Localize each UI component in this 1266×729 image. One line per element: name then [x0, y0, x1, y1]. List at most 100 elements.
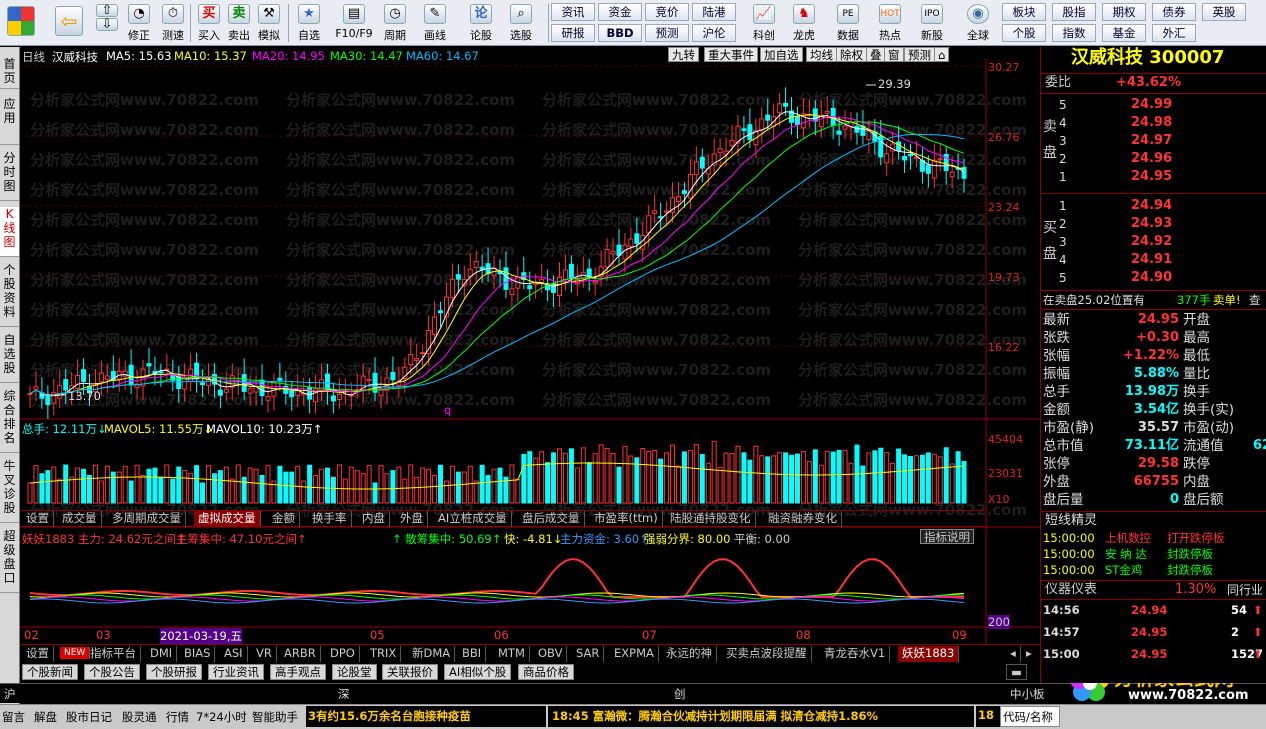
news-tab-commodity[interactable]: 商品价格 — [518, 664, 574, 680]
ind-tab-inner[interactable]: 内盘 — [358, 511, 390, 527]
ipo-button[interactable]: IPO 新股 — [914, 2, 950, 44]
btab-sar[interactable]: SAR — [572, 646, 605, 662]
ind-tab-settings[interactable]: 设置 — [22, 511, 54, 527]
news-tab-forum[interactable]: 论股堂 — [332, 664, 377, 680]
elf-item[interactable]: 15:00:00 ST金鸡 封跌停板 — [1041, 561, 1266, 579]
quick-bbd[interactable]: BBD — [598, 24, 642, 42]
news-tab-related[interactable]: 关联报价 — [382, 664, 438, 680]
news-ticker-1[interactable]: 3有约15.6万余名台胞接种疫苗 — [306, 706, 546, 727]
ind-tab-margin[interactable]: 融资融券变化 — [764, 511, 842, 527]
sidenav-home[interactable]: 首页 — [0, 57, 19, 89]
status-analysis[interactable]: 解盘 — [34, 709, 57, 725]
status-quotes[interactable]: 行情 — [166, 709, 189, 725]
period-button[interactable]: ◷ 周期 — [378, 2, 412, 44]
index-sme[interactable]: 中小板 — [1010, 686, 1045, 702]
sidenav-kline[interactable]: K线图 — [0, 207, 19, 257]
ind-tab-multi-volume[interactable]: 多周期成交量 — [108, 511, 186, 527]
tab-add-watch[interactable]: 加自选 — [760, 47, 803, 62]
status-7x24[interactable]: 7*24小时 — [196, 709, 247, 725]
quick-news[interactable]: 资讯 — [551, 3, 595, 21]
btab-dpo[interactable]: DPO — [326, 646, 360, 662]
sell-level-row[interactable]: 3 24.97 — [1041, 132, 1266, 150]
draw-button[interactable]: ✎ 画线 — [418, 2, 452, 44]
btab-bbi[interactable]: BBI — [458, 646, 487, 662]
news-tab-research[interactable]: 个股研报 — [146, 664, 202, 680]
quick-sh-london[interactable]: 沪伦 — [692, 24, 736, 42]
sell-button[interactable]: 卖卖出 — [222, 2, 256, 44]
btab-bias[interactable]: BIAS — [180, 646, 216, 662]
quick-sectors[interactable]: 板块 — [1002, 3, 1046, 21]
btab-settings[interactable]: 设置 — [22, 646, 54, 662]
sidenav-super-board[interactable]: 超级盘口 — [0, 529, 19, 593]
ind-tab-ai-volume[interactable]: AI立桩成交量 — [434, 511, 512, 527]
news-ticker-2[interactable]: 18:45 富瀚微：腾瀚合伙减持计划期限届满 拟清仓减持1.86% — [548, 706, 974, 727]
tab-ma[interactable]: 均线 — [806, 47, 837, 62]
tab-nine-turn[interactable]: 九转 — [668, 47, 699, 62]
quick-stocks[interactable]: 个股 — [1002, 24, 1046, 42]
quick-indices[interactable]: 指数 — [1052, 24, 1096, 42]
simulate-button[interactable]: ⚒ 模拟 — [252, 2, 286, 44]
quick-hk-connect[interactable]: 陆港 — [692, 3, 736, 21]
meter-tab[interactable]: 同行业 — [1227, 581, 1263, 599]
screener-button[interactable]: ⌕ 选股 — [504, 2, 538, 44]
quick-funds-2[interactable]: 基金 — [1102, 24, 1146, 42]
buy-button[interactable]: 买买入 — [192, 2, 226, 44]
lock-icon[interactable]: ⌂ — [934, 47, 950, 62]
tab-predict[interactable]: 预测 — [904, 47, 935, 62]
ind-tab-amount[interactable]: 金额 — [268, 511, 300, 527]
index-sz[interactable]: 深 — [338, 686, 350, 702]
buy-level-row[interactable]: 1 24.94 — [1041, 197, 1266, 215]
home-logo-button[interactable] — [4, 2, 38, 44]
code-search-input[interactable]: 代码/名称 — [1000, 706, 1060, 727]
news-tab-industry[interactable]: 行业资讯 — [208, 664, 264, 680]
sidenav-watchlist[interactable]: 自选股 — [0, 333, 19, 383]
sell-notice-query[interactable]: 查 — [1249, 291, 1261, 309]
news-tab-expert[interactable]: 高手观点 — [270, 664, 326, 680]
sidenav-intraday[interactable]: 分时图 — [0, 151, 19, 201]
quick-forex[interactable]: 外汇 — [1152, 24, 1196, 42]
ind-tab-turnover[interactable]: 换手率 — [308, 511, 352, 527]
btab-forever-god[interactable]: 永远的神 — [662, 646, 717, 662]
tab-exright[interactable]: 除权 — [836, 47, 867, 62]
btab-scroll-left[interactable]: ◂ — [1006, 646, 1021, 662]
indicator-help-button[interactable]: 指标说明 — [920, 529, 974, 544]
star-market-button[interactable]: 📈 科创 — [746, 2, 782, 44]
sidenav-profile[interactable]: 个股资料 — [0, 263, 19, 327]
sell-level-row[interactable]: 2 24.96 — [1041, 150, 1266, 168]
sell-level-row[interactable]: 1 24.95 — [1041, 168, 1266, 186]
sidenav-ranking[interactable]: 综合排名 — [0, 389, 19, 453]
btab-expma[interactable]: EXPMA — [610, 646, 659, 662]
sidenav-apps[interactable]: 应用 — [0, 97, 19, 145]
ind-tab-outer[interactable]: 外盘 — [396, 511, 428, 527]
btab-indicator-platform[interactable]: 指标平台 — [86, 646, 141, 662]
buy-level-row[interactable]: 4 24.91 — [1041, 251, 1266, 269]
news-tab-announcements[interactable]: 个股公告 — [84, 664, 140, 680]
news-collapse-button[interactable]: ▬ — [1006, 664, 1027, 680]
ind-tab-virtual-volume[interactable]: 虚拟成交量 — [194, 511, 261, 527]
ind-tab-after-volume[interactable]: 盘后成交量 — [518, 511, 585, 527]
buy-level-row[interactable]: 3 24.92 — [1041, 233, 1266, 251]
tab-overlay[interactable]: 叠 — [866, 47, 886, 62]
index-cy[interactable]: 创 — [674, 686, 686, 702]
tab-major-events[interactable]: 重大事件 — [704, 47, 758, 62]
sell-level-row[interactable]: 5 24.99 — [1041, 96, 1266, 114]
btab-new-dma[interactable]: 新DMA — [408, 646, 456, 662]
kline-chart-area[interactable]: 分析家公式网www.70822.com 分析家公式网www.70822.com 分析… — [20, 47, 1039, 644]
status-assistant[interactable]: 智能助手 — [252, 709, 298, 725]
speedtest-button[interactable]: ⏱ 测速 — [156, 2, 190, 44]
btab-mtm[interactable]: MTM — [494, 646, 530, 662]
btab-obv[interactable]: OBV — [534, 646, 568, 662]
btab-dmi[interactable]: DMI — [146, 646, 178, 662]
ind-tab-volume[interactable]: 成交量 — [58, 511, 102, 527]
dragon-tiger-button[interactable]: ♞ 龙虎 — [786, 2, 822, 44]
tab-window[interactable]: 窗 — [884, 47, 904, 62]
index-sh[interactable]: 沪 — [4, 686, 16, 702]
news-tab-ai-similar[interactable]: AI相似个股 — [444, 664, 512, 680]
quick-forecast[interactable]: 预测 — [645, 24, 689, 42]
status-message[interactable]: 留言 — [2, 709, 25, 725]
ind-tab-hk-holding[interactable]: 陆股通持股变化 — [666, 511, 756, 527]
btab-qinglong[interactable]: 青龙吞水V1 — [820, 646, 891, 662]
watchlist-button[interactable]: ★ 自选 — [292, 2, 326, 44]
hot-button[interactable]: HOT 热点 — [872, 2, 908, 44]
btab-vr[interactable]: VR — [252, 646, 277, 662]
